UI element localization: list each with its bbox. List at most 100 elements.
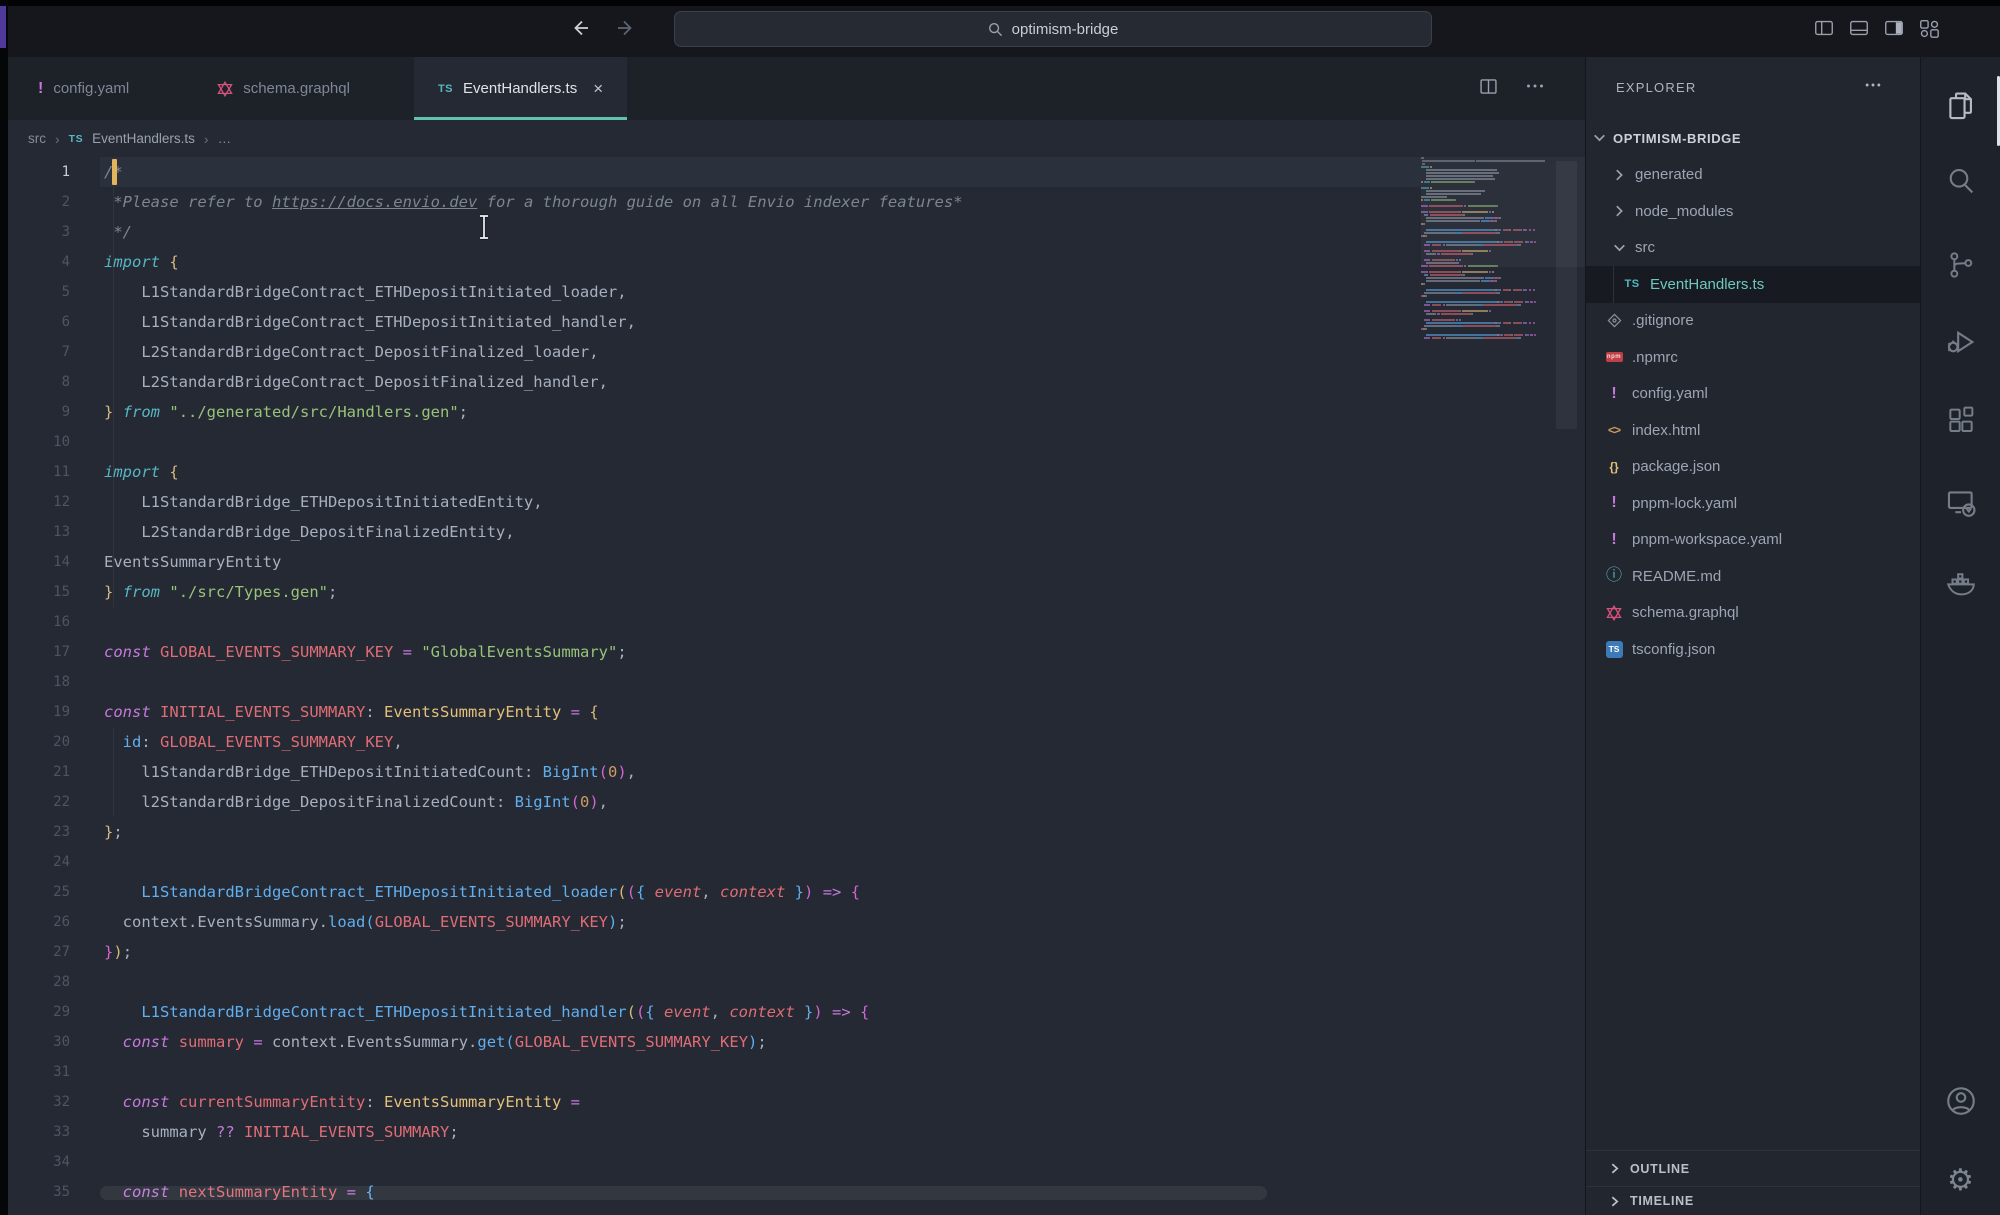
outline-section[interactable]: OUTLINE bbox=[1586, 1150, 1920, 1186]
code-line[interactable]: 6 L1StandardBridgeContract_ETHDepositIni… bbox=[0, 307, 1421, 337]
breadcrumb-folder[interactable]: src bbox=[28, 131, 46, 146]
docker-icon[interactable] bbox=[1941, 563, 1981, 603]
split-editor-icon[interactable] bbox=[1478, 76, 1499, 102]
tree-item-index.html[interactable]: <>index.html bbox=[1586, 412, 1920, 449]
tree-root[interactable]: OPTIMISM-BRIDGE bbox=[1586, 120, 1920, 157]
minimap[interactable] bbox=[1421, 157, 1553, 577]
code-line[interactable]: 10 bbox=[0, 427, 1421, 457]
code-line[interactable]: 24 bbox=[0, 847, 1421, 877]
code-line[interactable]: 12 L1StandardBridge_ETHDepositInitiatedE… bbox=[0, 487, 1421, 517]
code-line[interactable]: 33 summary ?? INITIAL_EVENTS_SUMMARY; bbox=[0, 1117, 1421, 1147]
tab-EventHandlers.ts[interactable]: TSEventHandlers.ts× bbox=[414, 57, 627, 120]
command-center-search[interactable]: optimism-bridge bbox=[674, 11, 1432, 47]
line-number[interactable]: 9 bbox=[0, 397, 70, 427]
line-number[interactable]: 25 bbox=[0, 877, 70, 907]
line-number[interactable]: 12 bbox=[0, 487, 70, 517]
line-number[interactable]: 11 bbox=[0, 457, 70, 487]
line-number[interactable]: 16 bbox=[0, 607, 70, 637]
code-line[interactable]: 32 const currentSummaryEntity: EventsSum… bbox=[0, 1087, 1421, 1117]
search-icon[interactable] bbox=[1941, 161, 1981, 201]
line-number[interactable]: 18 bbox=[0, 667, 70, 697]
tree-item-node_modules[interactable]: node_modules bbox=[1586, 193, 1920, 230]
line-number[interactable]: 4 bbox=[0, 247, 70, 277]
forward-button[interactable] bbox=[612, 14, 640, 42]
close-icon[interactable]: × bbox=[593, 79, 603, 99]
breadcrumb-file[interactable]: EventHandlers.ts bbox=[92, 131, 195, 146]
code-line[interactable]: 19const INITIAL_EVENTS_SUMMARY: EventsSu… bbox=[0, 697, 1421, 727]
tree-item-EventHandlers.ts[interactable]: TSEventHandlers.ts bbox=[1586, 266, 1920, 303]
line-number[interactable]: 34 bbox=[0, 1147, 70, 1177]
code-line[interactable]: 8 L2StandardBridgeContract_DepositFinali… bbox=[0, 367, 1421, 397]
line-number[interactable]: 19 bbox=[0, 697, 70, 727]
vertical-scrollbar[interactable] bbox=[1556, 161, 1577, 429]
code-line[interactable]: 25 L1StandardBridgeContract_ETHDepositIn… bbox=[0, 877, 1421, 907]
line-number[interactable]: 1 bbox=[0, 157, 70, 187]
customize-layout-icon[interactable] bbox=[1916, 15, 1942, 41]
code-line[interactable]: 5 L1StandardBridgeContract_ETHDepositIni… bbox=[0, 277, 1421, 307]
line-number[interactable]: 31 bbox=[0, 1057, 70, 1087]
code-line[interactable]: 4import { bbox=[0, 247, 1421, 277]
line-number[interactable]: 23 bbox=[0, 817, 70, 847]
line-number[interactable]: 15 bbox=[0, 577, 70, 607]
code-line[interactable]: 17const GLOBAL_EVENTS_SUMMARY_KEY = "Glo… bbox=[0, 637, 1421, 667]
tree-item-pnpm-workspace.yaml[interactable]: !pnpm-workspace.yaml bbox=[1586, 522, 1920, 559]
extensions-icon[interactable] bbox=[1941, 401, 1981, 441]
line-number[interactable]: 3 bbox=[0, 217, 70, 247]
tree-item-.gitignore[interactable]: .gitignore bbox=[1586, 303, 1920, 340]
line-number[interactable]: 22 bbox=[0, 787, 70, 817]
tree-item-config.yaml[interactable]: !config.yaml bbox=[1586, 376, 1920, 413]
line-number[interactable]: 20 bbox=[0, 727, 70, 757]
toggle-sidebar-right-icon[interactable] bbox=[1881, 15, 1907, 41]
tree-item-generated[interactable]: generated bbox=[1586, 157, 1920, 194]
code-line[interactable]: 31 bbox=[0, 1057, 1421, 1087]
code-line[interactable]: 13 L2StandardBridge_DepositFinalizedEnti… bbox=[0, 517, 1421, 547]
code-line[interactable]: 22 l2StandardBridge_DepositFinalizedCoun… bbox=[0, 787, 1421, 817]
toggle-panel-bottom-icon[interactable] bbox=[1846, 15, 1872, 41]
code-line[interactable]: 34 bbox=[0, 1147, 1421, 1177]
line-number[interactable]: 24 bbox=[0, 847, 70, 877]
line-number[interactable]: 35 bbox=[0, 1177, 70, 1207]
tree-item-tsconfig.json[interactable]: TStsconfig.json bbox=[1586, 631, 1920, 668]
code-line[interactable]: 2 *Please refer to https://docs.envio.de… bbox=[0, 187, 1421, 217]
editor-more-actions-icon[interactable] bbox=[1525, 76, 1545, 101]
line-number[interactable]: 32 bbox=[0, 1087, 70, 1117]
line-number[interactable]: 6 bbox=[0, 307, 70, 337]
line-number[interactable]: 21 bbox=[0, 757, 70, 787]
line-number[interactable]: 36 bbox=[0, 1207, 70, 1215]
line-number[interactable]: 14 bbox=[0, 547, 70, 577]
tab-config.yaml[interactable]: !config.yaml bbox=[14, 57, 153, 120]
tree-item-src[interactable]: src bbox=[1586, 230, 1920, 267]
source-control-icon[interactable] bbox=[1941, 245, 1981, 285]
line-number[interactable]: 5 bbox=[0, 277, 70, 307]
horizontal-scrollbar[interactable] bbox=[100, 1186, 1267, 1200]
code-line[interactable]: 14EventsSummaryEntity bbox=[0, 547, 1421, 577]
code-line[interactable]: 28 bbox=[0, 967, 1421, 997]
timeline-section[interactable]: TIMELINE bbox=[1586, 1186, 1920, 1215]
line-number[interactable]: 2 bbox=[0, 187, 70, 217]
breadcrumb-symbol[interactable]: … bbox=[218, 131, 232, 146]
tree-item-schema.graphql[interactable]: schema.graphql bbox=[1586, 595, 1920, 632]
line-number[interactable]: 10 bbox=[0, 427, 70, 457]
code-line[interactable]: 7 L2StandardBridgeContract_DepositFinali… bbox=[0, 337, 1421, 367]
account-icon[interactable] bbox=[1941, 1081, 1981, 1121]
line-number[interactable]: 33 bbox=[0, 1117, 70, 1147]
line-number[interactable]: 29 bbox=[0, 997, 70, 1027]
code-line[interactable]: 36 ...currentSummaryEntity, bbox=[0, 1207, 1421, 1215]
tree-item-.npmrc[interactable]: npm.npmrc bbox=[1586, 339, 1920, 376]
code-line[interactable]: 30 const summary = context.EventsSummary… bbox=[0, 1027, 1421, 1057]
line-number[interactable]: 17 bbox=[0, 637, 70, 667]
tab-schema.graphql[interactable]: schema.graphql bbox=[193, 57, 374, 120]
code-line[interactable]: 20 id: GLOBAL_EVENTS_SUMMARY_KEY, bbox=[0, 727, 1421, 757]
run-debug-icon[interactable] bbox=[1941, 322, 1981, 362]
line-number[interactable]: 27 bbox=[0, 937, 70, 967]
code-line[interactable]: 18 bbox=[0, 667, 1421, 697]
toggle-sidebar-left-icon[interactable] bbox=[1811, 15, 1837, 41]
tree-item-package.json[interactable]: {}package.json bbox=[1586, 449, 1920, 486]
code-line[interactable]: 16 bbox=[0, 607, 1421, 637]
tree-item-pnpm-lock.yaml[interactable]: !pnpm-lock.yaml bbox=[1586, 485, 1920, 522]
code-line[interactable]: 11import { bbox=[0, 457, 1421, 487]
line-number[interactable]: 30 bbox=[0, 1027, 70, 1057]
line-number[interactable]: 7 bbox=[0, 337, 70, 367]
code-line[interactable]: 3 */ bbox=[0, 217, 1421, 247]
line-number[interactable]: 26 bbox=[0, 907, 70, 937]
